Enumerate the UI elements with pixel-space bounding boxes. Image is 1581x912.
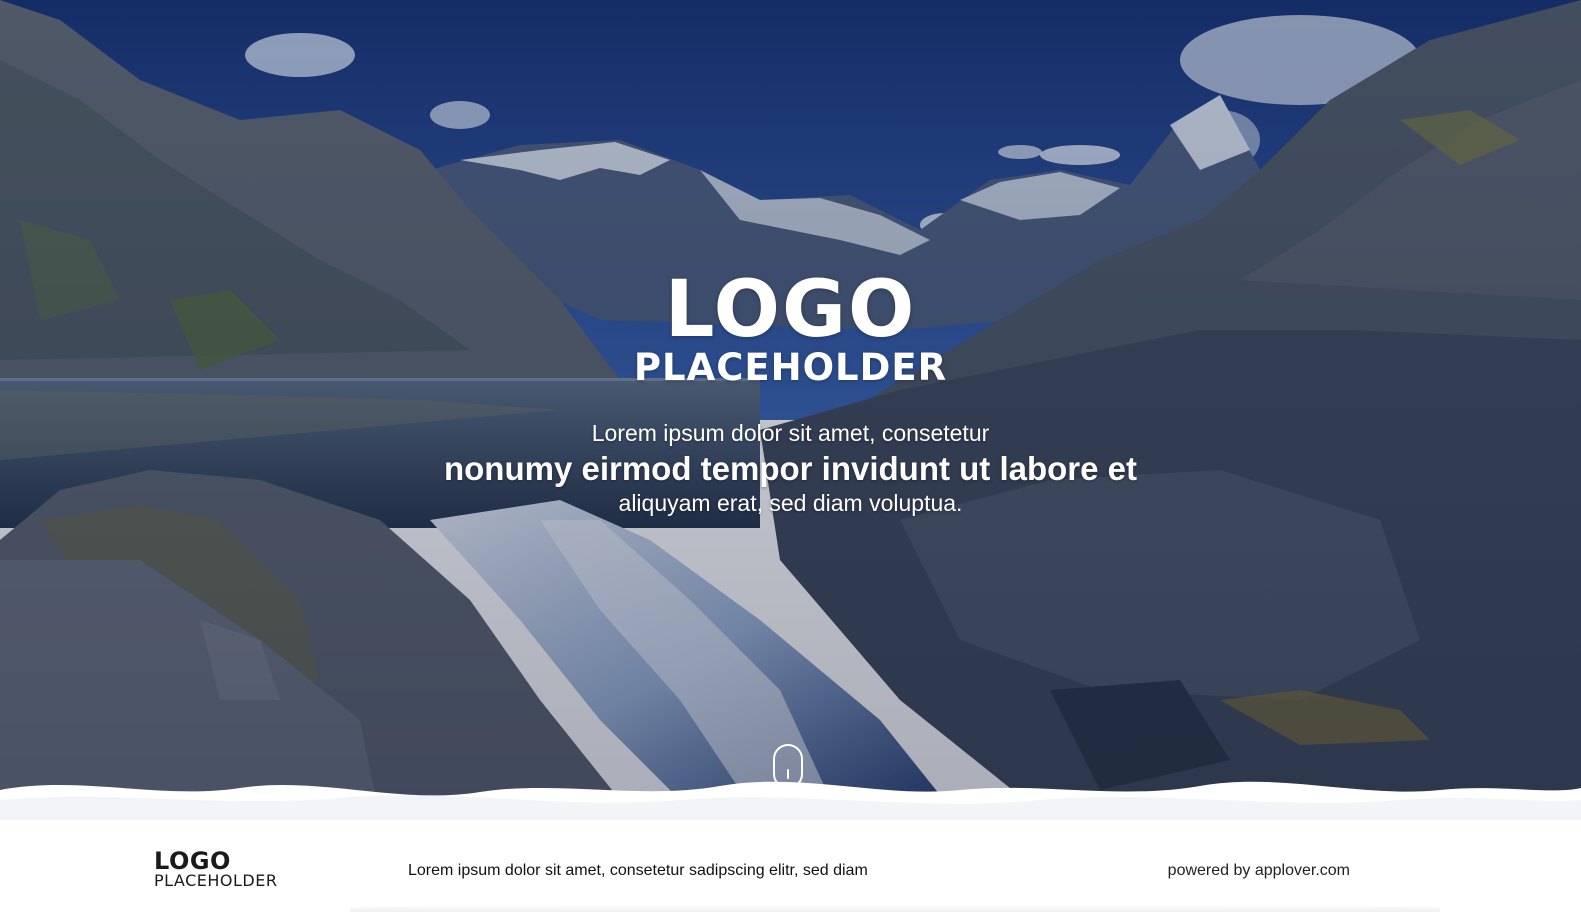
footer-logo-subtitle: PLACEHOLDER xyxy=(154,871,278,890)
hero-tagline-line2: nonumy eirmod tempor invidunt ut labore … xyxy=(443,450,1138,487)
hero-content: LOGO PLACEHOLDER Lorem ipsum dolor sit a… xyxy=(0,0,1581,820)
footer-logo[interactable]: LOGO PLACEHOLDER xyxy=(154,847,278,890)
hero-logo-subtitle: PLACEHOLDER xyxy=(633,346,948,389)
footer: LOGO PLACEHOLDER Lorem ipsum dolor sit a… xyxy=(0,820,1581,912)
footer-logo-title: LOGO xyxy=(154,847,231,875)
hero-tagline-line3: aliquyam erat, sed diam voluptua. xyxy=(618,490,963,516)
footer-divider-shadow xyxy=(350,904,1440,912)
powered-by-link[interactable]: powered by applover.com xyxy=(1168,861,1350,881)
hero-section: LOGO PLACEHOLDER Lorem ipsum dolor sit a… xyxy=(0,0,1581,820)
hero-tagline-line1: Lorem ipsum dolor sit amet, consetetur xyxy=(591,420,990,446)
mouse-wheel-icon xyxy=(787,769,789,779)
footer-description: Lorem ipsum dolor sit amet, consetetur s… xyxy=(408,862,868,879)
mouse-scroll-icon[interactable] xyxy=(773,744,803,789)
landing-page: LOGO PLACEHOLDER Lorem ipsum dolor sit a… xyxy=(0,0,1581,912)
hero-logo-title: LOGO xyxy=(664,265,917,355)
